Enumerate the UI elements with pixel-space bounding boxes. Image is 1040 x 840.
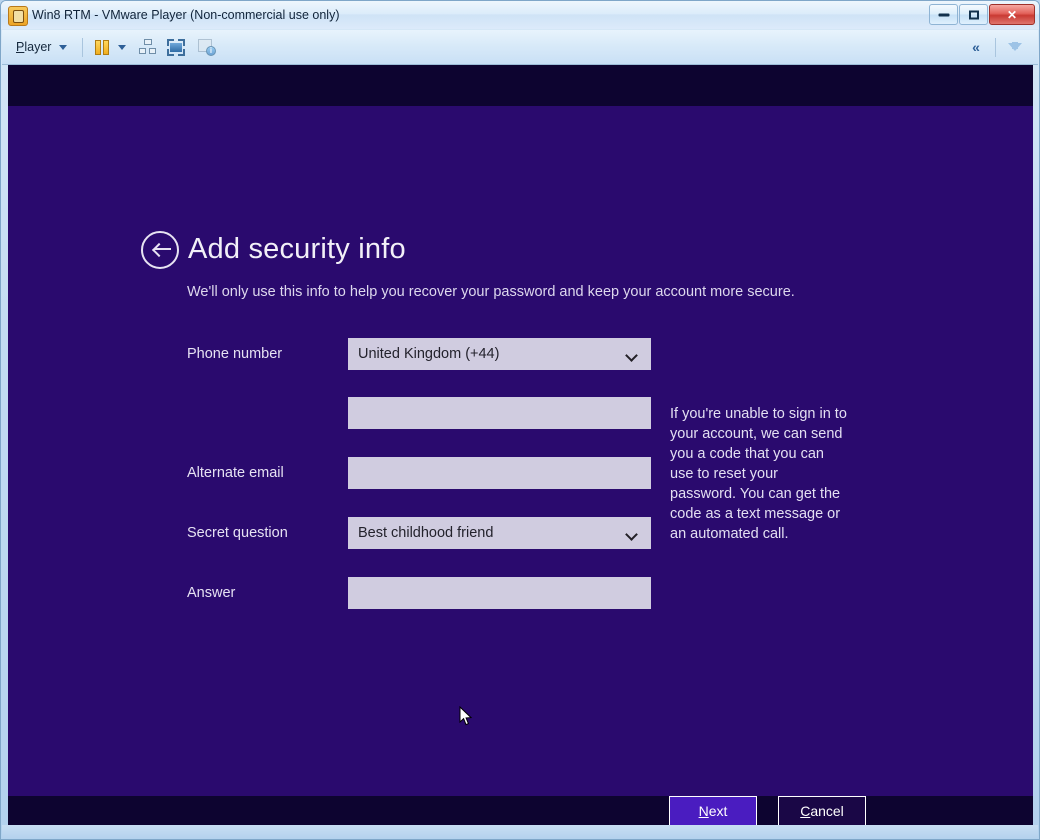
minimize-button[interactable]: [929, 4, 958, 25]
vmware-player-window: Win8 RTM - VMware Player (Non-commercial…: [0, 0, 1040, 840]
mouse-cursor: [459, 706, 473, 727]
form-row-phone-input: [187, 397, 657, 429]
player-menu-button[interactable]: Player: [16, 30, 68, 64]
status-bar: [2, 825, 1038, 838]
expand-down-button[interactable]: [1002, 35, 1028, 59]
answer-label: Answer: [187, 585, 236, 601]
security-info-form: Phone number United Kingdom (+44) Altern…: [8, 106, 1033, 796]
chevron-down-icon: [59, 44, 68, 50]
country-code-select[interactable]: United Kingdom (+44): [348, 338, 651, 370]
help-text: If you're unable to sign in to your acco…: [670, 406, 847, 542]
vm-info-icon[interactable]: i: [198, 39, 216, 56]
form-row-phone-country: Phone number United Kingdom (+44): [187, 338, 657, 370]
minimize-icon: [938, 13, 949, 16]
expand-down-arrow-icon: [1008, 42, 1022, 51]
collapse-chevrons-icon: «: [972, 39, 980, 55]
form-row-alternate-email: Alternate email: [187, 457, 657, 489]
setup-page: Add security info We'll only use this in…: [8, 106, 1033, 827]
restore-icon: [968, 10, 979, 19]
restore-button[interactable]: [959, 4, 988, 25]
answer-input[interactable]: [348, 577, 651, 609]
cancel-button[interactable]: Cancel: [778, 796, 866, 827]
chevron-down-icon: [626, 527, 639, 540]
vm-display[interactable]: Add security info We'll only use this in…: [8, 65, 1033, 827]
toolbar-separator: [82, 38, 83, 57]
next-button[interactable]: Next: [669, 796, 757, 827]
phone-number-input[interactable]: [348, 397, 651, 429]
player-menu-label: Player: [16, 40, 52, 54]
close-button[interactable]: ✕: [989, 4, 1035, 25]
dual-pane-dropdown-button[interactable]: [118, 30, 126, 64]
secret-question-select[interactable]: Best childhood friend: [348, 517, 651, 549]
country-code-value: United Kingdom (+44): [358, 346, 500, 362]
vmware-player-icon: [8, 6, 28, 26]
phone-number-label: Phone number: [187, 346, 283, 362]
toolbar-right-controls: «: [963, 30, 1028, 64]
alternate-email-label: Alternate email: [187, 465, 284, 481]
dual-pane-icon[interactable]: [94, 39, 112, 56]
alternate-email-input[interactable]: [348, 457, 651, 489]
title-bar[interactable]: Win8 RTM - VMware Player (Non-commercial…: [1, 1, 1039, 29]
collapse-chevrons-button[interactable]: «: [963, 35, 989, 59]
close-icon: ✕: [1006, 7, 1018, 22]
player-toolbar: Player i «: [2, 30, 1038, 65]
full-screen-icon[interactable]: [167, 39, 185, 56]
window-controls: ✕: [929, 4, 1035, 26]
secret-question-value: Best childhood friend: [358, 525, 494, 541]
window-title: Win8 RTM - VMware Player (Non-commercial…: [32, 8, 340, 22]
form-row-answer: Answer: [187, 577, 657, 609]
form-row-secret-question: Secret question Best childhood friend: [187, 517, 657, 549]
chevron-down-icon: [118, 44, 126, 50]
secret-question-label: Secret question: [187, 525, 288, 541]
chevron-down-icon: [626, 348, 639, 361]
toolbar-separator: [995, 37, 996, 57]
removable-devices-icon[interactable]: [139, 39, 157, 56]
